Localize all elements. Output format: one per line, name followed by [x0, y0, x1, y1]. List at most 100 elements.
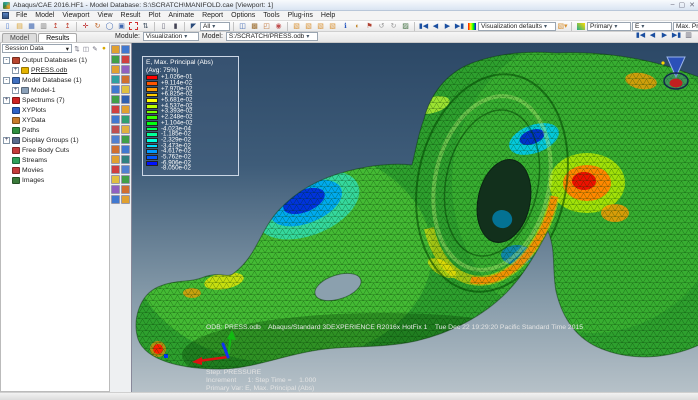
- menu-item[interactable]: Viewport: [58, 12, 93, 19]
- color-code-icon[interactable]: ◰: [261, 21, 272, 31]
- spectrum-icon[interactable]: [466, 21, 477, 31]
- selection-filter-combo[interactable]: All▾: [200, 22, 230, 31]
- tree-expander[interactable]: +: [3, 137, 10, 144]
- color-dialog-icon[interactable]: ▧▾: [557, 21, 568, 31]
- toolbox-icon[interactable]: [121, 175, 130, 184]
- tree-edit-icon[interactable]: ✎: [91, 45, 99, 53]
- menu-item[interactable]: Plug-ins: [284, 12, 317, 19]
- tree-expander[interactable]: +: [12, 87, 19, 94]
- module-combo[interactable]: Visualization▾: [143, 32, 199, 41]
- rotate-view-icon[interactable]: ↻: [92, 21, 103, 31]
- menu-item[interactable]: Plot: [144, 12, 164, 19]
- menu-item[interactable]: Tools: [259, 12, 283, 19]
- toolbox-icon[interactable]: [121, 55, 130, 64]
- model-combo[interactable]: S:/SCRATCH/PRESS.odb▾: [226, 32, 318, 41]
- menu-item[interactable]: Model: [31, 12, 58, 19]
- tree-expander[interactable]: -: [3, 77, 10, 84]
- save-icon[interactable]: ▦: [26, 21, 37, 31]
- view-top-icon[interactable]: ▧: [315, 21, 326, 31]
- tree-item[interactable]: XYPlots: [1, 105, 109, 115]
- toolbox-icon[interactable]: [121, 195, 130, 204]
- tree-item[interactable]: Images: [1, 175, 109, 185]
- tab-results[interactable]: Results: [38, 33, 77, 42]
- previous-frame-button[interactable]: ◀: [430, 21, 441, 31]
- next-frame-button[interactable]: ▶: [442, 21, 453, 31]
- toolbox-icon[interactable]: [121, 95, 130, 104]
- tab-model[interactable]: Model: [2, 33, 37, 42]
- tree-item[interactable]: - Output Databases (1): [1, 55, 109, 65]
- menu-item[interactable]: Options: [227, 12, 259, 19]
- open-file-icon[interactable]: ▤: [14, 21, 25, 31]
- view-iso-icon[interactable]: ▧: [291, 21, 302, 31]
- print-icon[interactable]: ▥: [38, 21, 49, 31]
- toolbox-icon[interactable]: [121, 85, 130, 94]
- query-icon[interactable]: ◫: [237, 21, 248, 31]
- view-left-icon[interactable]: ▧: [327, 21, 338, 31]
- tree-expander[interactable]: +: [12, 67, 19, 74]
- tree-expander[interactable]: [3, 177, 10, 184]
- tree-expander[interactable]: [3, 167, 10, 174]
- toolbox-icon[interactable]: [121, 65, 130, 74]
- tree-item[interactable]: + Spectrums (7): [1, 95, 109, 105]
- redo-icon[interactable]: ↻: [388, 21, 399, 31]
- flag-icon[interactable]: ⚑: [364, 21, 375, 31]
- next-frame-button[interactable]: ▶: [659, 30, 670, 40]
- menu-item[interactable]: View: [93, 12, 116, 19]
- tree-item[interactable]: Streams: [1, 155, 109, 165]
- toolbox-icon[interactable]: [111, 155, 120, 164]
- toolbox-icon[interactable]: [111, 145, 120, 154]
- tree-sort-icon[interactable]: ⇅: [73, 45, 81, 53]
- tree-expander[interactable]: [3, 107, 10, 114]
- highlight-icon[interactable]: ◉: [273, 21, 284, 31]
- render-shaded-icon[interactable]: ▮: [170, 21, 181, 31]
- tree-tip-icon[interactable]: ●: [100, 45, 108, 53]
- last-frame-button[interactable]: ▶▮: [671, 30, 682, 40]
- minimize-button[interactable]: –: [671, 1, 675, 9]
- undo-icon[interactable]: ↺: [376, 21, 387, 31]
- magnify-view-icon[interactable]: ◯: [104, 21, 115, 31]
- contour-legend[interactable]: E, Max. Principal (Abs) (Avg: 75%) +1.02…: [142, 56, 239, 176]
- tree-expander[interactable]: -: [3, 57, 10, 64]
- toolbox-icon[interactable]: [121, 75, 130, 84]
- tree-expander[interactable]: [3, 147, 10, 154]
- toolbox-icon[interactable]: [121, 125, 130, 134]
- toolbox-icon[interactable]: [121, 155, 130, 164]
- pan-view-icon[interactable]: ✛: [80, 21, 91, 31]
- last-frame-button[interactable]: ▶▮: [454, 21, 465, 31]
- toolbox-icon[interactable]: [111, 185, 120, 194]
- toolbox-icon[interactable]: [121, 145, 130, 154]
- toolbox-icon[interactable]: [121, 105, 130, 114]
- menu-item[interactable]: Result: [117, 12, 145, 19]
- frame-selector-icon[interactable]: ▥: [683, 30, 694, 40]
- toolbox-icon[interactable]: [111, 135, 120, 144]
- toolbox-icon[interactable]: [121, 165, 130, 174]
- render-wireframe-icon[interactable]: ▯: [158, 21, 169, 31]
- tree-filter-combo[interactable]: Session Data▾: [2, 44, 72, 53]
- info-icon[interactable]: ℹ: [340, 21, 351, 31]
- 3dexperience-compass[interactable]: [655, 51, 695, 101]
- toolbox-icon[interactable]: [111, 165, 120, 174]
- toolbox-icon[interactable]: [111, 195, 120, 204]
- auto-fit-view-icon[interactable]: [128, 21, 139, 31]
- render-beads-icon[interactable]: ◐: [352, 21, 363, 31]
- cycle-views-icon[interactable]: ⇅: [140, 21, 151, 31]
- menu-item[interactable]: Report: [198, 12, 227, 19]
- toolbox-icon[interactable]: [111, 85, 120, 94]
- display-group-icon[interactable]: ▩: [249, 21, 260, 31]
- tree-item[interactable]: - Model Database (1): [1, 75, 109, 85]
- tree-item[interactable]: + Display Groups (1): [1, 135, 109, 145]
- toolbox-icon[interactable]: [111, 175, 120, 184]
- first-frame-button[interactable]: ▮◀: [418, 21, 429, 31]
- tree-expander[interactable]: [3, 127, 10, 134]
- tree-expander[interactable]: [3, 117, 10, 124]
- toolbox-icon[interactable]: [111, 65, 120, 74]
- tree-item[interactable]: Paths: [1, 125, 109, 135]
- field-output-position-combo[interactable]: Primary▾: [587, 22, 631, 31]
- tree-item[interactable]: + Model-1: [1, 85, 109, 95]
- viewport-menu-icon[interactable]: [2, 12, 9, 19]
- menu-item[interactable]: Help: [317, 12, 339, 19]
- toolbox-icon[interactable]: [111, 75, 120, 84]
- toolbox-icon[interactable]: [111, 125, 120, 134]
- new-file-icon[interactable]: ▯: [2, 21, 13, 31]
- tree-expander[interactable]: [3, 157, 10, 164]
